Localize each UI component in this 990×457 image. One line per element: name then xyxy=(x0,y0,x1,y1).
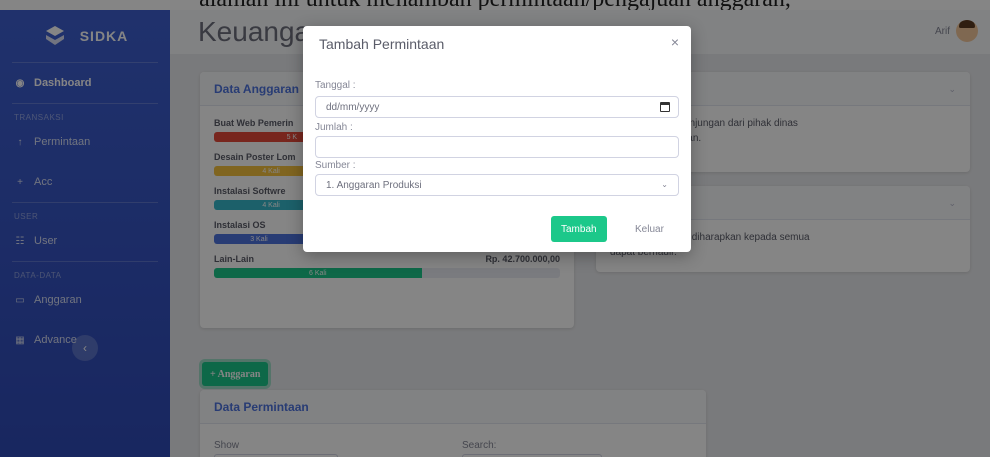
cancel-label: Keluar xyxy=(635,223,664,235)
submit-label: Tambah xyxy=(561,223,597,235)
date-field[interactable]: dd/mm/yyyy xyxy=(315,96,679,118)
calendar-icon[interactable] xyxy=(660,102,670,112)
add-request-modal: Tambah Permintaan × Tanggal : dd/mm/yyyy… xyxy=(303,26,691,252)
close-icon[interactable]: × xyxy=(671,34,679,50)
source-select[interactable]: 1. Anggaran Produksi ⌄ xyxy=(315,174,679,196)
submit-button[interactable]: Tambah xyxy=(551,216,607,242)
modal-title: Tambah Permintaan xyxy=(319,36,445,52)
date-label: Tanggal : xyxy=(315,80,356,91)
amount-field[interactable] xyxy=(315,136,679,158)
source-label: Sumber : xyxy=(315,160,356,171)
source-value: 1. Anggaran Produksi xyxy=(326,179,422,191)
cancel-button[interactable]: Keluar xyxy=(627,216,672,242)
amount-label: Jumlah : xyxy=(315,122,353,133)
date-placeholder: dd/mm/yyyy xyxy=(326,101,380,113)
chevron-down-icon: ⌄ xyxy=(661,180,668,189)
